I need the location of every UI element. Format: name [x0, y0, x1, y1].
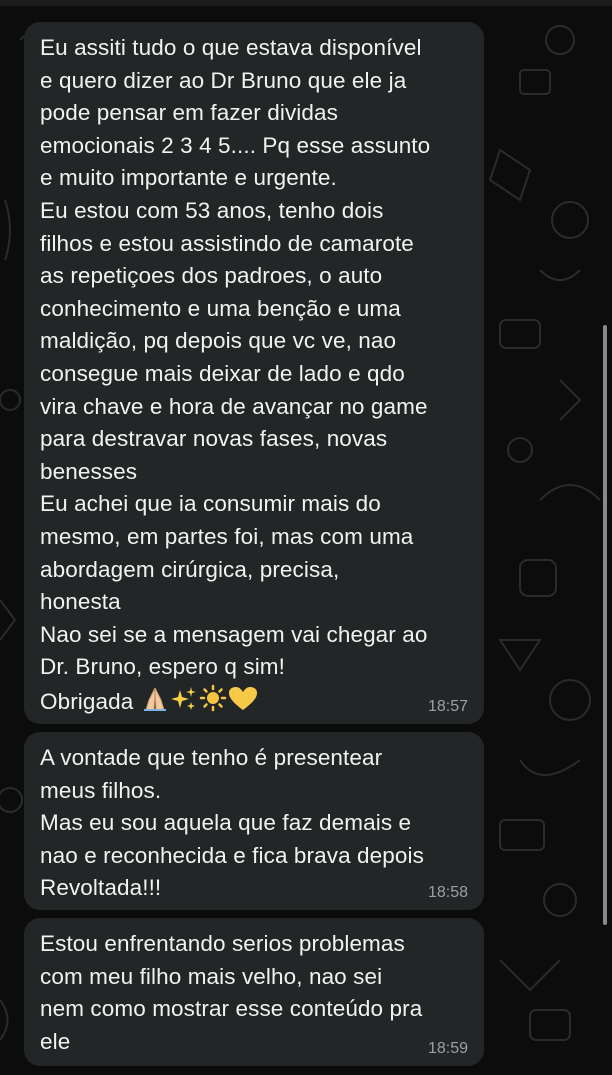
message-last-line: Obrigada	[40, 688, 134, 714]
message-text: A vontade que tenho é presentear meus fi…	[40, 745, 424, 901]
folded-hands-icon	[140, 686, 170, 722]
chat-message-list[interactable]: Eu assiti tudo o que estava disponível e…	[0, 0, 612, 1075]
message-bubble[interactable]: Estou enfrentando serios problemas com m…	[24, 918, 484, 1066]
message-timestamp: 18:58	[427, 884, 468, 901]
sun-icon	[198, 684, 228, 722]
yellow-heart-icon	[228, 686, 258, 722]
message-text: Eu assiti tudo o que estava disponível e…	[40, 32, 468, 721]
scrollbar[interactable]	[603, 325, 607, 925]
message-bubble[interactable]: A vontade que tenho é presentear meus fi…	[24, 732, 484, 910]
message-bubble[interactable]: Eu assiti tudo o que estava disponível e…	[24, 22, 484, 724]
message-text: Estou enfrentando serios problemas com m…	[40, 931, 423, 1054]
message-timestamp: 18:57	[427, 698, 468, 715]
sparkles-icon	[170, 686, 198, 722]
message-timestamp: 18:59	[427, 1040, 468, 1057]
